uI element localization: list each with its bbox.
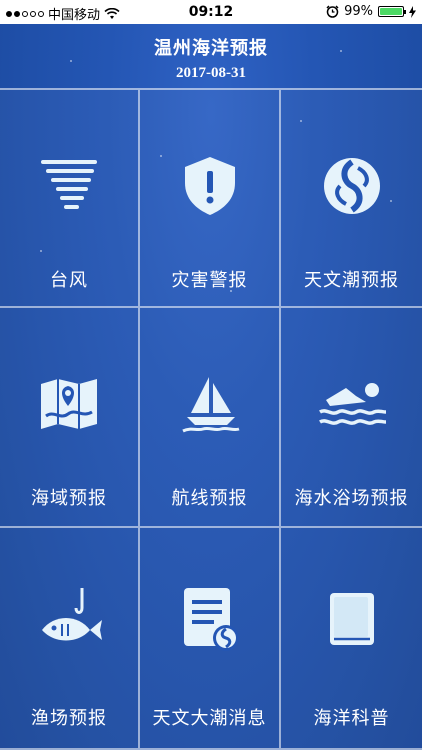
document-icon xyxy=(174,584,246,656)
sailboat-icon xyxy=(174,368,246,440)
tile-label: 海域预报 xyxy=(31,488,107,509)
map-pin-icon xyxy=(33,368,105,440)
header-date: 2017-08-31 xyxy=(176,65,246,81)
book-icon xyxy=(316,584,388,656)
swimmer-icon xyxy=(316,368,388,440)
battery-icon xyxy=(378,6,406,17)
tile-fishery-forecast[interactable]: 渔场预报 xyxy=(0,528,140,750)
tile-beach-forecast[interactable]: 海水浴场预报 xyxy=(281,308,422,528)
tile-label: 天文大潮消息 xyxy=(152,708,267,729)
tile-typhoon[interactable]: 台风 xyxy=(0,88,140,308)
tile-label: 渔场预报 xyxy=(31,708,107,729)
battery-percent: 99% xyxy=(344,4,373,19)
tile-ocean-science[interactable]: 海洋科普 xyxy=(281,528,422,750)
tile-label: 海洋科普 xyxy=(313,708,390,729)
fish-hook-icon xyxy=(33,584,105,656)
tide-swirl-icon xyxy=(316,150,388,222)
page-title: 温州海洋预报 xyxy=(154,38,268,59)
alarm-icon xyxy=(326,5,339,18)
tile-label: 海水浴场预报 xyxy=(294,488,409,509)
tile-label: 天文潮预报 xyxy=(304,270,399,291)
tile-sea-area-forecast[interactable]: 海域预报 xyxy=(0,308,140,528)
tile-spring-tide-news[interactable]: 天文大潮消息 xyxy=(140,528,281,750)
charging-bolt-icon xyxy=(409,5,416,18)
status-right: 99% xyxy=(326,4,416,19)
app-header: 温州海洋预报 2017-08-31 xyxy=(0,24,422,88)
tile-label: 航线预报 xyxy=(171,488,248,509)
warning-shield-icon xyxy=(174,150,246,222)
tile-label: 台风 xyxy=(50,270,88,291)
tile-disaster-warning[interactable]: 灾害警报 xyxy=(140,88,281,308)
menu-grid: 台风 灾害警报 天文潮预报 海域预报 航线预报 海水浴场预报 渔场预报 天文大潮… xyxy=(0,88,422,750)
status-bar: 中国移动 09:12 99% xyxy=(0,0,422,24)
typhoon-icon xyxy=(33,150,105,222)
tile-astronomical-tide[interactable]: 天文潮预报 xyxy=(281,88,422,308)
tile-route-forecast[interactable]: 航线预报 xyxy=(140,308,281,528)
tile-label: 灾害警报 xyxy=(171,270,248,291)
